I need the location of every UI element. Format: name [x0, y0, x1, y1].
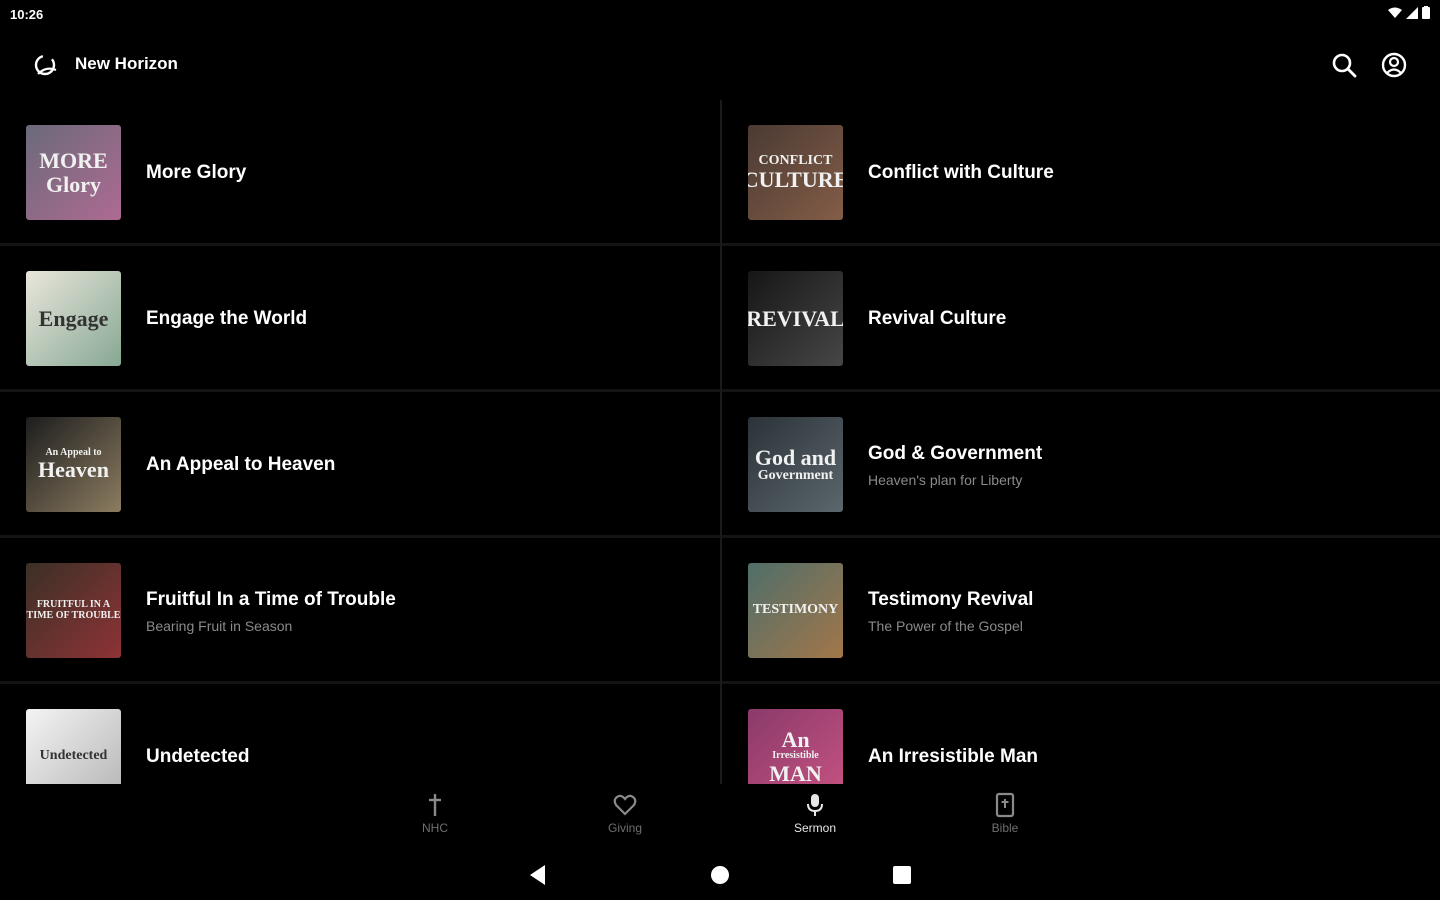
account-circle-icon[interactable] — [1378, 49, 1410, 81]
status-time: 10:26 — [10, 7, 44, 22]
series-title: Conflict with Culture — [868, 162, 1054, 183]
thumbnail-text-line: Government — [757, 467, 834, 483]
nav-item-giving[interactable]: Giving — [580, 792, 670, 842]
bottom-nav: NHC Giving Sermon Bible — [0, 784, 1440, 846]
thumbnail-text-line: MAN — [769, 760, 822, 784]
series-subtitle: Bearing Fruit in Season — [146, 617, 293, 634]
series-thumbnail: An Irresistible MAN — [748, 709, 843, 784]
series-text: Undetected — [146, 684, 249, 784]
heart-icon — [613, 794, 637, 816]
nav-label: Bible — [991, 821, 1019, 835]
series-row[interactable]: Undetected Undetected — [0, 684, 720, 784]
nav-label: NHC — [422, 821, 448, 835]
battery-icon — [1422, 6, 1430, 19]
series-title: God & Government — [868, 442, 1043, 464]
series-subtitle: Heaven's plan for Liberty — [868, 471, 1023, 488]
thumbnail-text: An Irresistible MAN — [748, 709, 843, 784]
series-thumbnail: REVIVAL — [748, 271, 843, 366]
series-row[interactable]: MORE Glory More Glory — [0, 100, 720, 246]
series-thumbnail: God and Government — [748, 417, 843, 512]
series-text: Fruitful In a Time of Trouble Bearing Fru… — [146, 538, 396, 684]
thumbnail-text: God and Government — [748, 417, 843, 512]
thumbnail-text: CONFLICT CULTURE — [748, 125, 843, 220]
thumbnail-text-line: TIME OF TROUBLE — [26, 609, 121, 621]
thumbnail-text-line: FRUITFUL IN A — [36, 599, 111, 610]
series-text: An Irresistible Man — [868, 684, 1038, 784]
recents-icon[interactable] — [889, 862, 915, 888]
series-text: More Glory — [146, 100, 246, 246]
thumbnail-text-line: Engage — [38, 305, 109, 331]
series-row[interactable]: An Irresistible MAN An Irresistible Man — [722, 684, 1440, 784]
series-row[interactable]: FRUITFUL IN A TIME OF TROUBLE Fruitful In … — [0, 538, 720, 684]
thumbnail-text-line: Undetected — [39, 748, 108, 764]
signal-icon — [1406, 6, 1418, 19]
system-nav-bar — [0, 848, 1440, 900]
status-bar: 10:26 — [0, 0, 1440, 28]
nav-item-sermon[interactable]: Sermon — [770, 792, 860, 842]
series-subtitle: The Power of the Gospel — [868, 617, 1023, 634]
wifi-icon — [1388, 7, 1402, 18]
search-icon[interactable] — [1328, 49, 1360, 81]
series-thumbnail: Engage — [26, 271, 121, 366]
home-icon[interactable] — [707, 862, 733, 888]
microphone-icon — [807, 794, 823, 816]
series-row[interactable]: TESTIMONY Testimony Revival The Power of t… — [722, 538, 1440, 684]
thumbnail-text: An Appeal to Heaven — [26, 417, 121, 512]
series-title: Fruitful In a Time of Trouble — [146, 588, 396, 610]
series-text: God & Government Heaven's plan for Libert… — [868, 392, 1042, 538]
thumbnail-text-line: God and — [754, 444, 837, 470]
thumbnail-text: FRUITFUL IN A TIME OF TROUBLE — [26, 563, 121, 658]
series-text: Engage the World — [146, 246, 307, 392]
thumbnail-text: TESTIMONY — [748, 563, 843, 658]
thumbnail-text-line: REVIVAL — [748, 305, 843, 331]
thumbnail-text-line: TESTIMONY — [752, 602, 839, 618]
horizon-logo-icon — [34, 54, 57, 76]
series-row[interactable]: CONFLICT CULTURE Conflict with Culture — [722, 100, 1440, 246]
thumbnail-text: REVIVAL — [748, 271, 843, 366]
series-title: Engage the World — [146, 308, 308, 329]
app-bar: New Horizon — [0, 36, 1440, 92]
series-title: Undetected — [146, 746, 250, 767]
nav-label: Sermon — [793, 821, 837, 835]
series-text: Revival Culture — [868, 246, 1006, 392]
series-row[interactable]: Engage Engage the World — [0, 246, 720, 392]
series-thumbnail: An Appeal to Heaven — [26, 417, 121, 512]
status-icons — [1388, 6, 1430, 19]
series-title: An Irresistible Man — [868, 746, 1038, 767]
series-title: Revival Culture — [868, 308, 1007, 329]
thumbnail-text-line: CULTURE — [748, 167, 843, 193]
series-title: An Appeal to Heaven — [146, 454, 336, 475]
series-row[interactable]: An Appeal to Heaven An Appeal to Heaven — [0, 392, 720, 538]
bible-icon — [995, 792, 1015, 818]
series-thumbnail: CONFLICT CULTURE — [748, 125, 843, 220]
series-text: Testimony Revival The Power of the Gospel — [868, 538, 1033, 684]
series-title: Testimony Revival — [868, 588, 1034, 610]
back-icon[interactable] — [525, 862, 551, 888]
cross-icon — [429, 794, 441, 816]
series-thumbnail: MORE Glory — [26, 125, 121, 220]
thumbnail-text-line: CONFLICT — [758, 152, 833, 168]
app-title: New Horizon — [75, 54, 178, 73]
series-thumbnail: Undetected — [26, 709, 121, 784]
thumbnail-text-line: Heaven — [38, 457, 109, 483]
series-thumbnail: TESTIMONY — [748, 563, 843, 658]
series-thumbnail: FRUITFUL IN A TIME OF TROUBLE — [26, 563, 121, 658]
thumbnail-text: MORE Glory — [26, 125, 121, 220]
thumbnail-text: Engage — [26, 271, 121, 366]
column-divider — [720, 100, 722, 784]
series-text: An Appeal to Heaven — [146, 392, 335, 538]
thumbnail-text-line: MORE — [39, 148, 108, 174]
thumbnail-text-line: Glory — [46, 171, 101, 197]
series-title: More Glory — [146, 162, 247, 183]
series-row[interactable]: God and Government God & Government Heaven'… — [722, 392, 1440, 538]
series-text: Conflict with Culture — [868, 100, 1054, 246]
thumbnail-text-line: An — [781, 727, 810, 753]
nav-item-nhc[interactable]: NHC — [390, 792, 480, 842]
series-row[interactable]: REVIVAL Revival Culture — [722, 246, 1440, 392]
thumbnail-text: Undetected — [26, 709, 121, 784]
nav-label: Giving — [607, 821, 642, 835]
nav-item-bible[interactable]: Bible — [960, 792, 1050, 842]
